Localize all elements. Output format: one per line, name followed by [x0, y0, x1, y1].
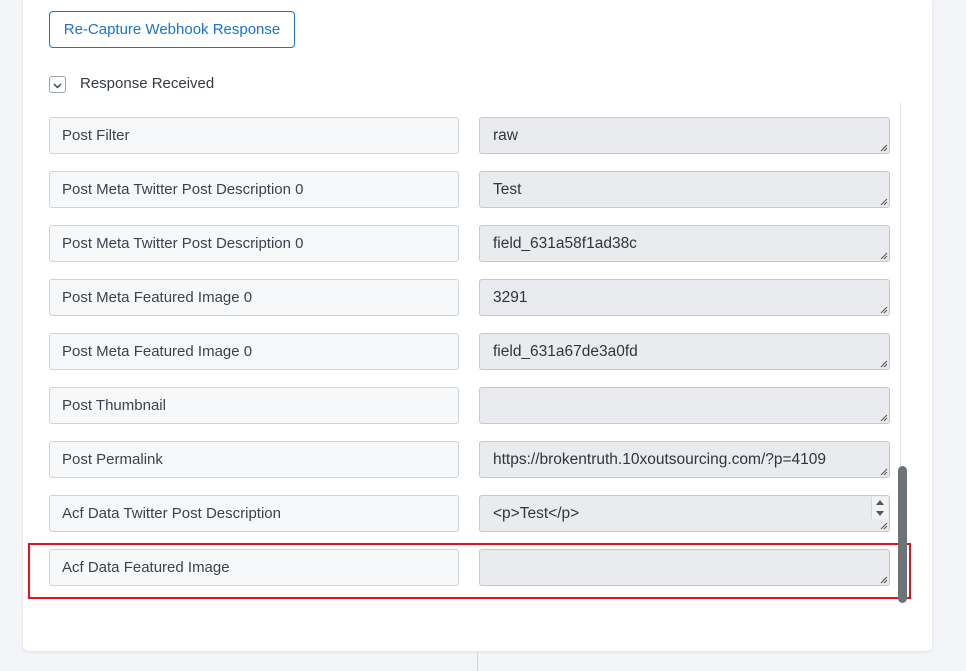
field-value[interactable]: raw [479, 117, 890, 154]
field-value[interactable]: <p>Test</p> [479, 495, 890, 532]
resize-grip-icon[interactable] [879, 197, 888, 206]
field-key[interactable]: Post Meta Twitter Post Description 0 [49, 171, 459, 208]
field-row: Acf Data Featured Image [49, 549, 890, 586]
field-key[interactable]: Post Permalink [49, 441, 459, 478]
field-value-text: 3291 [493, 289, 528, 306]
field-value-text: Test [493, 181, 522, 198]
field-value-text: https://brokentruth.10xoutsourcing.com/?… [493, 451, 827, 468]
caret-down-icon[interactable] [876, 511, 884, 516]
field-value-text: raw [493, 127, 518, 144]
resize-grip-icon[interactable] [879, 359, 888, 368]
caret-up-icon[interactable] [876, 500, 884, 505]
scrollbar-thumb[interactable] [898, 466, 907, 603]
field-value[interactable]: Test [479, 171, 890, 208]
field-value[interactable] [479, 387, 890, 424]
response-received-toggle[interactable] [49, 76, 66, 93]
resize-grip-icon[interactable] [879, 467, 888, 476]
resize-grip-icon[interactable] [879, 305, 888, 314]
scrollbar-track[interactable] [900, 102, 901, 466]
field-key[interactable]: Acf Data Featured Image [49, 549, 459, 586]
field-key[interactable]: Post Thumbnail [49, 387, 459, 424]
textarea-scroll-arrows[interactable] [871, 497, 888, 519]
field-key[interactable]: Acf Data Twitter Post Description [49, 495, 459, 532]
recapture-webhook-response-button[interactable]: Re-Capture Webhook Response [49, 11, 295, 48]
response-received-label: Response Received [80, 75, 215, 92]
field-key[interactable]: Post Meta Twitter Post Description 0 [49, 225, 459, 262]
divider-line [477, 652, 478, 671]
field-row: Post Filter raw [49, 117, 890, 154]
field-value-text: field_631a58f1ad38c [493, 235, 637, 252]
field-row: Post Permalink https://brokentruth.10xou… [49, 441, 890, 478]
field-key[interactable]: Post Meta Featured Image 0 [49, 279, 459, 316]
field-value[interactable]: field_631a58f1ad38c [479, 225, 890, 262]
field-row: Acf Data Twitter Post Description <p>Tes… [49, 495, 890, 532]
field-value[interactable]: field_631a67de3a0fd [479, 333, 890, 370]
field-row: Post Meta Twitter Post Description 0 fie… [49, 225, 890, 262]
field-value[interactable]: https://brokentruth.10xoutsourcing.com/?… [479, 441, 890, 478]
resize-grip-icon[interactable] [879, 575, 888, 584]
chevron-down-icon [53, 76, 62, 94]
field-row: Post Thumbnail [49, 387, 890, 424]
field-value[interactable] [479, 549, 890, 586]
resize-grip-icon[interactable] [879, 251, 888, 260]
field-row: Post Meta Featured Image 0 field_631a67d… [49, 333, 890, 370]
field-key[interactable]: Post Filter [49, 117, 459, 154]
field-value-text: <p>Test</p> [493, 505, 580, 522]
field-row: Post Meta Twitter Post Description 0 Tes… [49, 171, 890, 208]
resize-grip-icon[interactable] [879, 521, 888, 530]
field-key[interactable]: Post Meta Featured Image 0 [49, 333, 459, 370]
field-value-text: field_631a67de3a0fd [493, 343, 638, 360]
resize-grip-icon[interactable] [879, 143, 888, 152]
field-value[interactable]: 3291 [479, 279, 890, 316]
field-row: Post Meta Featured Image 0 3291 [49, 279, 890, 316]
resize-grip-icon[interactable] [879, 413, 888, 422]
